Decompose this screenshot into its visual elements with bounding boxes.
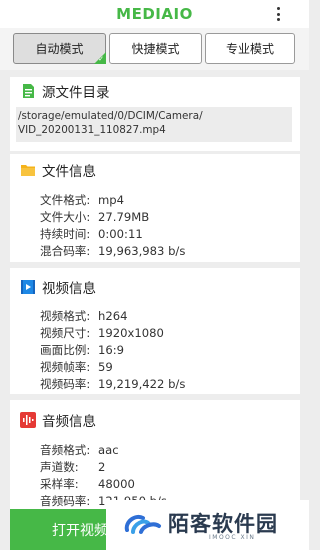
info-row: 视频帧率: 59 — [40, 360, 113, 374]
section-title: 源文件目录 — [42, 85, 110, 101]
video-icon — [21, 280, 35, 294]
info-row: 采样率: 48000 — [40, 477, 135, 491]
folder-icon — [21, 165, 35, 176]
app-logo: MEDIAIO — [116, 5, 193, 23]
source-section: 源文件目录 /storage/emulated/0/DCIM/Camera/ V… — [10, 77, 300, 151]
video-info-section: 视频信息 视频格式: h264 视频尺寸: 1920x1080 画面比例: 16:9 … — [10, 268, 300, 394]
tab-label: 专业模式 — [225, 42, 274, 56]
watermark: 陌客软件园 IMOOC XIN — [106, 500, 309, 550]
audio-info-header: 音频信息 — [10, 408, 300, 432]
tab-quick-mode[interactable]: 快捷模式 — [109, 33, 202, 64]
mode-tabs: 自动模式 ✓ 快捷模式 专业模式 — [0, 28, 309, 70]
tab-pro-mode[interactable]: 专业模式 — [205, 33, 295, 64]
button-label: 打开视频 — [52, 522, 108, 539]
info-row: 声道数: 2 — [40, 460, 106, 474]
sd-card-icon — [23, 84, 34, 98]
open-video-button[interactable]: 打开视频 — [10, 509, 110, 550]
watermark-logo-icon — [124, 515, 161, 534]
check-icon: ✓ — [98, 55, 104, 63]
overflow-menu-icon[interactable] — [273, 6, 283, 22]
source-path-field[interactable]: /storage/emulated/0/DCIM/Camera/ VID_202… — [16, 107, 292, 142]
info-row: 视频尺寸: 1920x1080 — [40, 326, 164, 340]
section-title: 视频信息 — [42, 281, 96, 297]
watermark-subtext: IMOOC XIN — [209, 534, 256, 541]
app-header: MEDIAIO — [0, 0, 309, 28]
tab-label: 自动模式 — [35, 42, 84, 56]
info-row: 音频格式: aac — [40, 443, 119, 457]
info-row: 视频格式: h264 — [40, 309, 128, 323]
info-row: 文件大小: 27.79MB — [40, 210, 150, 224]
path-line: /storage/emulated/0/DCIM/Camera/ — [18, 110, 203, 122]
tab-auto-mode[interactable]: 自动模式 ✓ — [13, 33, 106, 64]
tab-label: 快捷模式 — [131, 42, 180, 56]
info-row: 持续时间: 0:00:11 — [40, 227, 143, 241]
audio-wave-icon — [20, 412, 36, 428]
info-row: 画面比例: 16:9 — [40, 343, 125, 357]
video-info-header: 视频信息 — [10, 275, 300, 299]
section-title: 音频信息 — [42, 414, 96, 430]
section-title: 文件信息 — [42, 164, 96, 180]
info-row: 文件格式: mp4 — [40, 193, 125, 207]
path-line: VID_20200131_110827.mp4 — [18, 124, 166, 136]
info-row: 混合码率: 19,963,983 b/s — [40, 244, 186, 258]
info-row: 视频码率: 19,219,422 b/s — [40, 377, 186, 391]
file-info-header: 文件信息 — [10, 158, 300, 182]
source-header: 源文件目录 — [10, 79, 300, 103]
file-info-section: 文件信息 文件格式: mp4 文件大小: 27.79MB 持续时间: 0:00:11 … — [10, 154, 300, 262]
